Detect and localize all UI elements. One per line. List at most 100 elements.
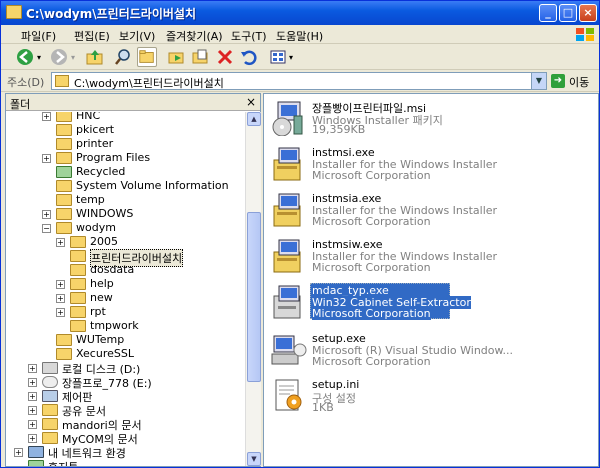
tree-item-label: tmpwork: [90, 319, 139, 332]
back-dropdown-icon[interactable]: ▾: [37, 53, 41, 62]
expand-icon[interactable]: +: [56, 294, 65, 303]
expand-icon[interactable]: +: [56, 308, 65, 317]
copy-to-button[interactable]: [191, 47, 211, 67]
menu-help[interactable]: 도움말(H): [276, 28, 323, 44]
tree-item-label: 2005: [90, 235, 118, 248]
tree-item-label: WUTemp: [76, 333, 125, 346]
tree-item-label: help: [90, 277, 114, 290]
tree-item-label: System Volume Information: [76, 179, 229, 192]
expand-icon[interactable]: +: [42, 210, 51, 219]
setup-icon: [271, 335, 307, 365]
folder-icon: [56, 124, 72, 136]
collapse-icon[interactable]: −: [42, 224, 51, 233]
close-pane-icon[interactable]: ×: [246, 95, 256, 109]
scroll-thumb[interactable]: [247, 212, 261, 382]
go-label: 이동: [569, 76, 590, 89]
folder-icon: [6, 5, 22, 19]
expand-icon[interactable]: +: [28, 364, 37, 373]
undo-icon: [241, 50, 257, 66]
expand-icon[interactable]: +: [28, 420, 37, 429]
expand-icon[interactable]: +: [28, 434, 37, 443]
menu-edit[interactable]: 편집(E): [74, 28, 110, 44]
expand-icon[interactable]: +: [28, 406, 37, 415]
tree-item-label: new: [90, 291, 113, 304]
address-input[interactable]: C:\wodym\프린터드라이버설치 ▼: [51, 72, 547, 90]
menu-tools[interactable]: 도구(T): [231, 28, 267, 44]
tree-item-label: 휴지통: [48, 459, 78, 466]
up-folder-button[interactable]: [85, 47, 105, 67]
folder-icon: [56, 180, 72, 192]
recycle-icon: [56, 166, 72, 178]
folder-icon: [70, 320, 86, 332]
tree-item-label: wodym: [76, 221, 116, 234]
menu-file[interactable]: 파일(F): [21, 28, 56, 44]
expand-icon[interactable]: +: [56, 238, 65, 247]
tree-item-label: Program Files: [76, 151, 151, 164]
folder-icon: [56, 222, 72, 234]
expand-icon[interactable]: +: [42, 154, 51, 163]
toolbar: ▾ ▾ ▾: [1, 44, 599, 70]
folder-icon: [42, 418, 58, 430]
msi-icon: [272, 101, 303, 136]
folders-pane-header: 폴더 ×: [6, 94, 260, 111]
file-item[interactable]: setup.ini 구성 설정 1KB: [270, 376, 590, 420]
installer-icon: [273, 239, 301, 273]
forward-button[interactable]: [49, 47, 69, 67]
folder-icon: [70, 264, 86, 276]
folder-icon: [56, 112, 72, 122]
expand-icon[interactable]: +: [28, 378, 37, 387]
tree-item-label: temp: [76, 193, 105, 206]
menu-favorites[interactable]: 즐겨찾기(A): [166, 28, 223, 44]
folder-icon: [70, 306, 86, 318]
folder-icon: [56, 348, 72, 360]
up-folder-icon: [86, 50, 103, 65]
maximize-button[interactable]: □: [559, 4, 577, 22]
file-item[interactable]: setup.exe Microsoft (R) Visual Studio Win…: [270, 330, 590, 374]
expand-icon[interactable]: +: [28, 392, 37, 401]
folders-pane: 폴더 × + HNC pkicert printer + Program Files Rec…: [5, 93, 261, 467]
views-dropdown-icon[interactable]: ▾: [289, 53, 293, 62]
go-button[interactable]: ➜ 이동: [551, 73, 597, 89]
folder-icon: [70, 292, 86, 304]
forward-dropdown-icon[interactable]: ▾: [71, 53, 75, 62]
folder-icon: [42, 404, 58, 416]
title-bar[interactable]: C:\wodym\프린터드라이버설치 _ □ ×: [1, 1, 599, 25]
expand-icon[interactable]: +: [14, 448, 23, 457]
file-meta: Microsoft Corporation: [312, 307, 431, 320]
scroll-up-icon[interactable]: ▲: [247, 112, 261, 126]
scroll-down-icon[interactable]: ▼: [247, 452, 261, 466]
file-item[interactable]: mdac_typ.exe Win32 Cabinet Self-Extractor…: [270, 282, 590, 326]
views-button[interactable]: [269, 47, 289, 67]
file-item[interactable]: instmsi.exe Installer for the Windows Ins…: [270, 144, 590, 188]
folder-tree-scrollbar[interactable]: ▲ ▼: [245, 112, 261, 466]
folder-icon: [70, 236, 86, 248]
file-item[interactable]: 장플빵이프린터파일.msi Windows Installer 패키지 19,359…: [270, 98, 590, 142]
file-meta: Microsoft Corporation: [312, 355, 431, 368]
folder-icon: [42, 432, 58, 444]
window-title: C:\wodym\프린터드라이버설치: [26, 7, 196, 21]
folders-icon: [139, 50, 154, 63]
search-button[interactable]: [113, 47, 133, 67]
tree-item-label: XecureSSL: [76, 347, 134, 360]
folders-button[interactable]: [137, 47, 157, 67]
cd-icon: [42, 376, 58, 388]
back-button[interactable]: [15, 47, 35, 67]
undo-button[interactable]: [239, 47, 259, 67]
folder-icon: [56, 208, 72, 220]
windows-logo-icon: [576, 28, 594, 41]
minimize-button[interactable]: _: [539, 4, 557, 22]
address-dropdown-button[interactable]: ▼: [531, 73, 546, 89]
tree-item-label: HNC: [76, 112, 101, 122]
address-label: 주소(D): [7, 76, 45, 89]
file-item[interactable]: instmsiw.exe Installer for the Windows In…: [270, 236, 590, 280]
delete-button[interactable]: [215, 47, 235, 67]
expand-icon[interactable]: +: [56, 280, 65, 289]
expand-icon[interactable]: +: [42, 112, 51, 121]
file-item[interactable]: instmsia.exe Installer for the Windows In…: [270, 190, 590, 234]
menu-view[interactable]: 보기(V): [119, 28, 155, 44]
close-button[interactable]: ×: [579, 4, 597, 22]
move-to-button[interactable]: [167, 47, 187, 67]
tree-item-label: Recycled: [76, 165, 126, 178]
folders-pane-title: 폴더: [10, 98, 31, 111]
search-icon: [115, 49, 130, 65]
